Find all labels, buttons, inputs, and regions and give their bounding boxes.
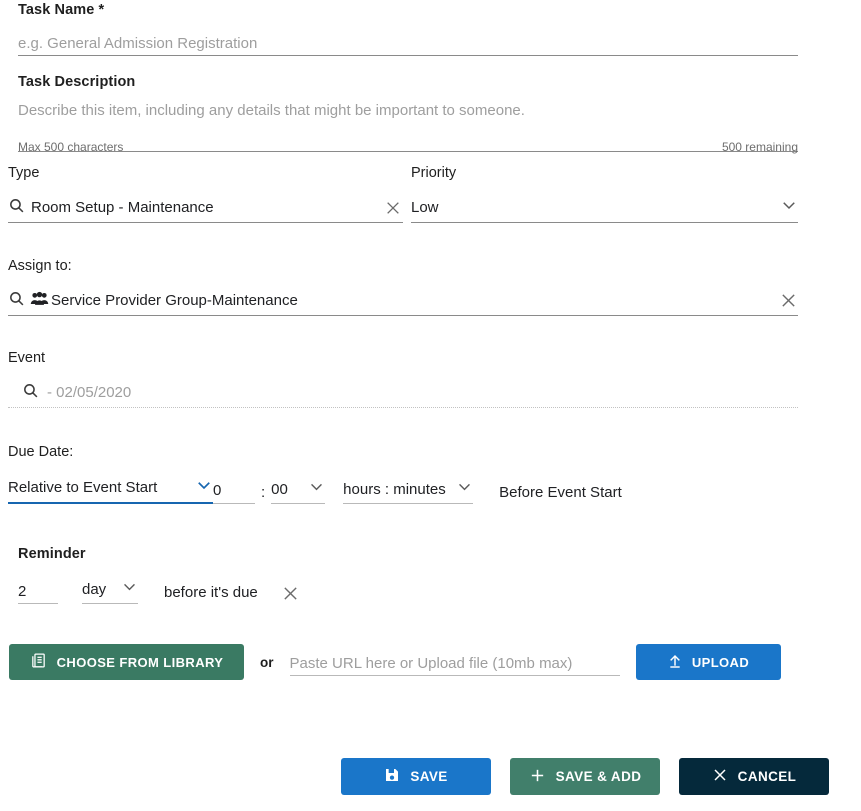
task-name-group: Task Name * e.g. General Admission Regis… (18, 2, 798, 56)
plus-icon (529, 767, 546, 787)
due-date-label: Due Date: (8, 444, 74, 460)
group-icon (30, 291, 49, 311)
event-group: Event - 02/05/2020 (8, 350, 798, 408)
due-date-hours-input[interactable]: 0 (213, 482, 255, 504)
assign-to-group: Assign to: Service Provider Group-Mainte… (8, 258, 798, 316)
reminder-clear-button[interactable] (282, 585, 299, 604)
due-date-separator: : (261, 484, 266, 501)
assign-to-value: Service Provider Group-Maintenance (51, 292, 298, 309)
library-book-icon (30, 652, 47, 672)
due-date-suffix-text: Before Event Start (499, 484, 622, 501)
upload-arrow-icon (667, 653, 683, 672)
due-date-group: Due Date: Relative to Event Start 0 : 00 (8, 444, 622, 504)
save-label: SAVE (410, 769, 448, 784)
type-input[interactable]: Room Setup - Maintenance (8, 195, 403, 223)
assign-to-input[interactable]: Service Provider Group-Maintenance (8, 288, 798, 316)
type-value: Room Setup - Maintenance (31, 199, 214, 216)
upload-label: UPLOAD (691, 654, 750, 670)
event-input[interactable]: - 02/05/2020 (8, 380, 798, 408)
task-description-label: Task Description (18, 74, 136, 90)
due-date-minutes-select[interactable]: 00 (271, 478, 326, 504)
search-icon (8, 197, 25, 219)
upload-button[interactable]: UPLOAD (635, 644, 781, 680)
save-and-add-button[interactable]: SAVE & ADD (510, 758, 660, 795)
priority-select[interactable]: Low (411, 195, 798, 223)
chevron-down-icon (456, 478, 473, 500)
max-characters-hint: Max 500 characters (18, 140, 124, 154)
chevron-down-icon (780, 196, 798, 219)
attachment-row: CHOOSE FROM LIBRARY or Paste URL here or… (9, 644, 799, 680)
due-date-mode-select[interactable]: Relative to Event Start (8, 476, 213, 504)
reminder-row: 2 day before it's due (18, 578, 299, 604)
choose-from-library-button[interactable]: CHOOSE FROM LIBRARY (9, 644, 244, 680)
task-description-placeholder: Describe this item, including any detail… (18, 102, 525, 119)
due-date-unit-select[interactable]: hours : minutes (343, 478, 474, 504)
reminder-suffix-text: before it's due (164, 584, 258, 601)
save-and-add-label: SAVE & ADD (555, 769, 642, 784)
due-date-minutes-value: 00 (271, 480, 288, 498)
assign-to-label: Assign to: (8, 258, 72, 274)
task-form: Task Name * e.g. General Admission Regis… (0, 0, 861, 811)
priority-value: Low (411, 199, 439, 216)
search-icon (22, 382, 39, 404)
task-name-input[interactable]: e.g. General Admission Registration (18, 28, 798, 56)
priority-group: Priority Low (411, 165, 798, 223)
chevron-down-icon (195, 476, 213, 499)
due-date-hours-value: 0 (213, 482, 222, 499)
event-placeholder: - 02/05/2020 (47, 384, 132, 401)
priority-label: Priority (411, 165, 457, 181)
type-group: Type Room Setup - Maintenance (8, 165, 403, 223)
assign-to-clear-button[interactable] (778, 291, 798, 311)
footer-actions: SAVE SAVE & ADD CANCEL (341, 758, 829, 795)
search-icon (8, 290, 25, 312)
attachment-url-placeholder: Paste URL here or Upload file (10mb max) (289, 655, 573, 672)
due-date-mode-value: Relative to Event Start (8, 479, 158, 496)
or-label: or (260, 654, 274, 670)
chevron-down-icon (308, 478, 325, 500)
close-icon (712, 767, 728, 786)
reminder-group: Reminder 2 day before it's due (18, 546, 299, 604)
reminder-amount-value: 2 (18, 583, 27, 600)
due-date-row: Relative to Event Start 0 : 00 hours: m… (8, 476, 622, 504)
characters-remaining: 500 remaining (721, 140, 798, 154)
reminder-amount-input[interactable]: 2 (18, 583, 58, 604)
choose-from-library-label: CHOOSE FROM LIBRARY (56, 654, 224, 670)
task-name-placeholder: e.g. General Admission Registration (18, 35, 258, 52)
reminder-label: Reminder (18, 546, 86, 562)
reminder-unit-value: day (82, 580, 107, 598)
cancel-label: CANCEL (737, 769, 797, 784)
reminder-unit-select[interactable]: day (82, 578, 138, 604)
type-clear-button[interactable] (383, 198, 403, 218)
type-label: Type (8, 165, 40, 181)
save-button[interactable]: SAVE (341, 758, 491, 795)
cancel-button[interactable]: CANCEL (679, 758, 829, 795)
floppy-disk-icon (384, 767, 400, 786)
task-name-label: Task Name * (18, 2, 105, 18)
event-label: Event (8, 350, 46, 366)
chevron-down-icon (121, 578, 138, 600)
description-meta: Max 500 characters 500 remaining (18, 140, 798, 154)
attachment-url-input[interactable]: Paste URL here or Upload file (10mb max) (289, 648, 620, 676)
due-date-unit-value: hours : minutes (343, 480, 446, 498)
